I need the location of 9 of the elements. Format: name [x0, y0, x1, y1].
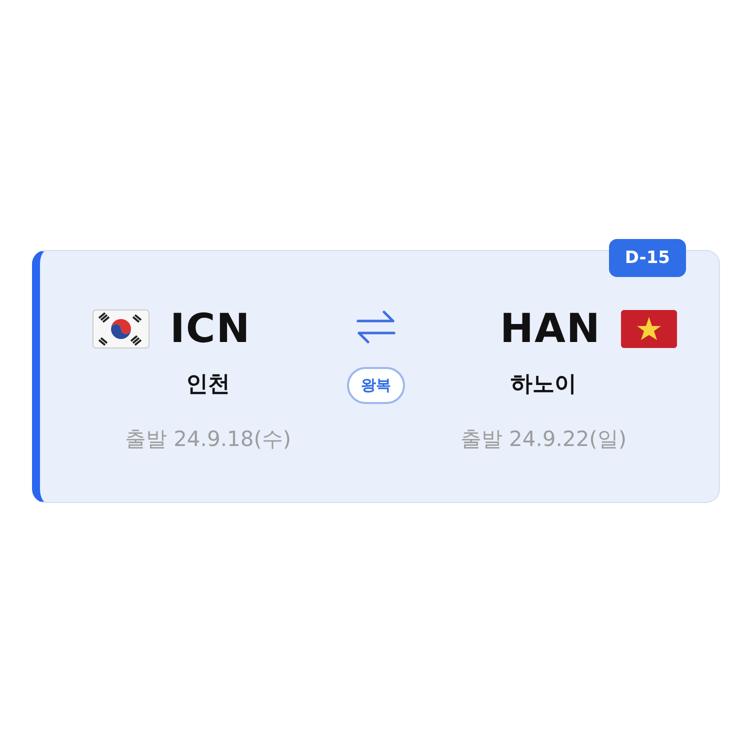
- korea-flag-icon: [92, 309, 150, 349]
- airport-code: HAN: [500, 306, 601, 352]
- departure-date: 출발 24.9.18(수): [124, 426, 292, 453]
- vietnam-flag-icon: [620, 310, 677, 348]
- city-name: 하노이: [510, 371, 576, 399]
- departure-date: 출발 24.9.22(일): [460, 426, 627, 453]
- countdown-badge: D-15: [608, 239, 686, 277]
- city-name: 인천: [186, 371, 230, 399]
- airport-code: ICN: [170, 306, 251, 352]
